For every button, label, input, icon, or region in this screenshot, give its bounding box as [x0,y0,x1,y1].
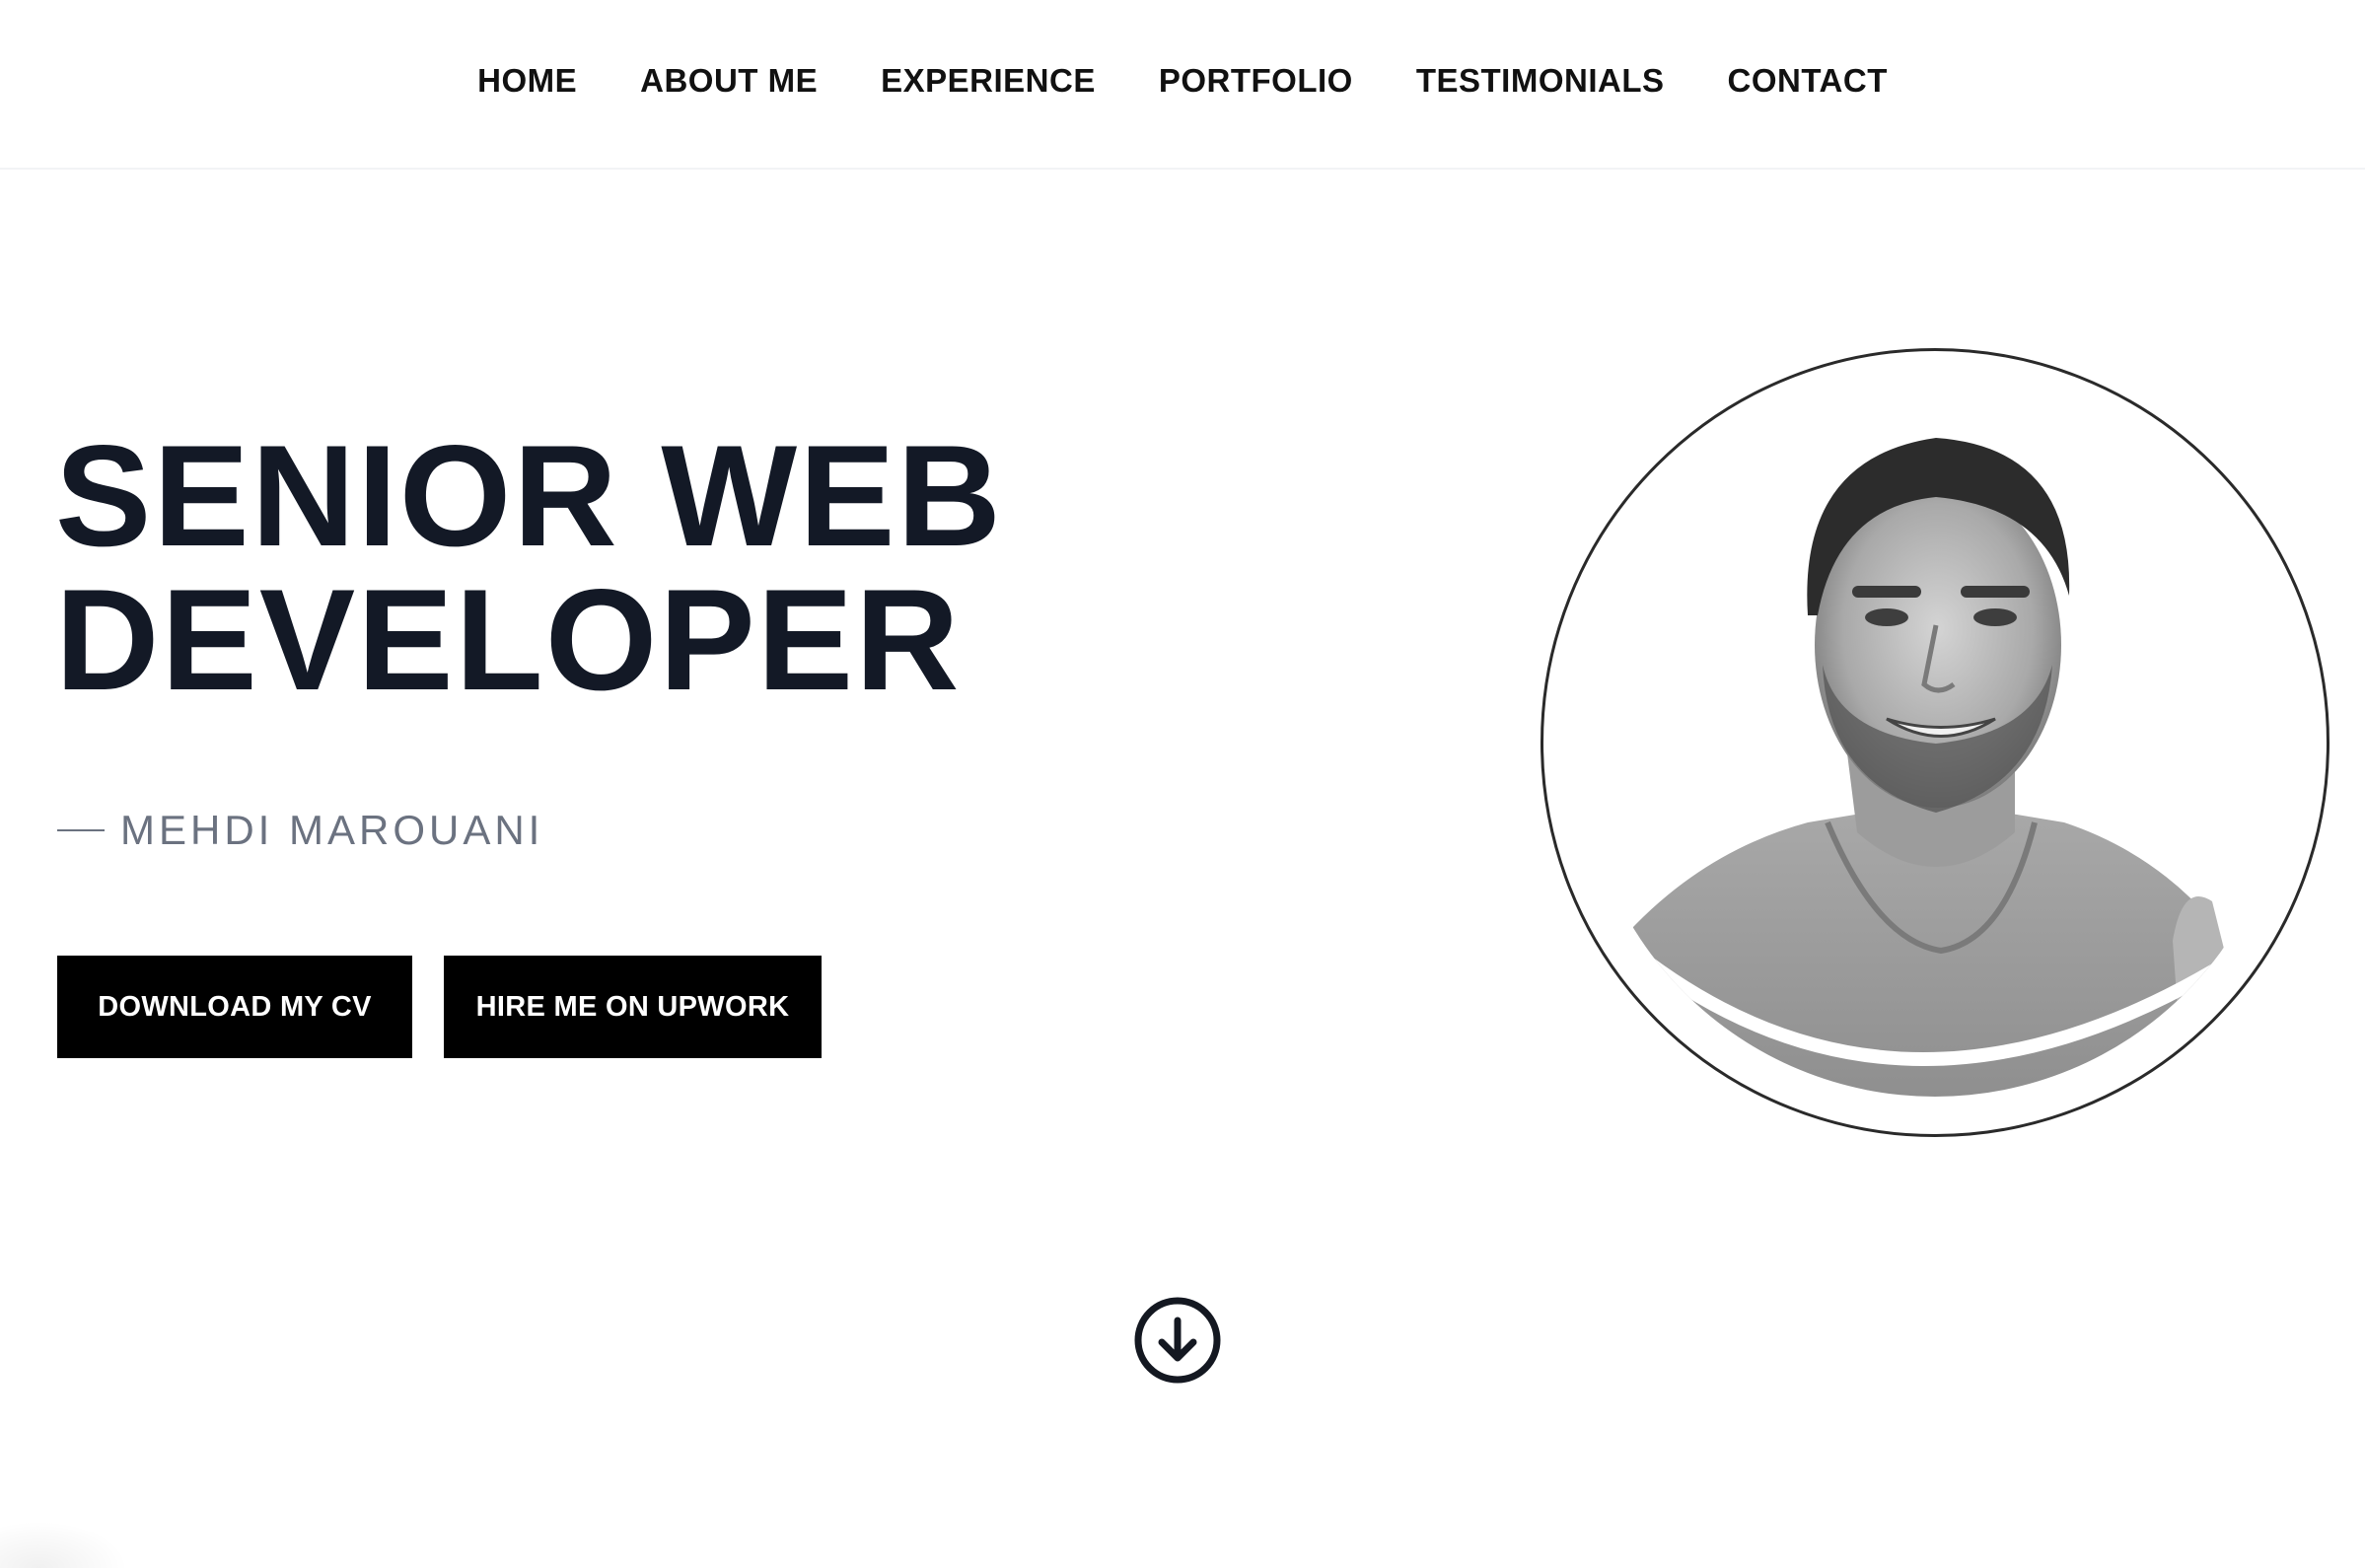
site-header: HOME ABOUT ME EXPERIENCE PORTFOLIO TESTI… [0,0,2365,170]
scroll-down-button[interactable] [1134,1297,1221,1384]
download-cv-button[interactable]: DOWNLOAD MY CV [57,956,412,1058]
hero-headline: SENIOR WEB DEVELOPER [55,424,1239,712]
portrait-frame [1541,348,2329,1137]
corner-shadow [0,1521,128,1568]
author-byline: MEHDI MAROUANI [57,807,543,854]
nav-item-testimonials[interactable]: TESTIMONIALS [1416,62,1665,100]
person-photo-icon [1581,389,2289,1097]
main-nav: HOME ABOUT ME EXPERIENCE PORTFOLIO TESTI… [0,0,2365,162]
hero-headline-line-2: DEVELOPER [55,559,962,720]
nav-item-experience[interactable]: EXPERIENCE [881,62,1096,100]
nav-item-contact[interactable]: CONTACT [1728,62,1888,100]
author-name: MEHDI MAROUANI [120,807,544,853]
hero-section: SENIOR WEB DEVELOPER MEHDI MAROUANI DOWN… [0,170,2365,1568]
profile-photo [1581,389,2289,1097]
hero-headline-line-1: SENIOR WEB [55,415,1003,576]
byline-dash [57,829,105,831]
nav-item-portfolio[interactable]: PORTFOLIO [1159,62,1353,100]
nav-item-about-me[interactable]: ABOUT ME [640,62,818,100]
arrow-down-circle-icon [1134,1297,1221,1384]
nav-item-home[interactable]: HOME [477,62,577,100]
hire-upwork-button[interactable]: HIRE ME ON UPWORK [444,956,822,1058]
